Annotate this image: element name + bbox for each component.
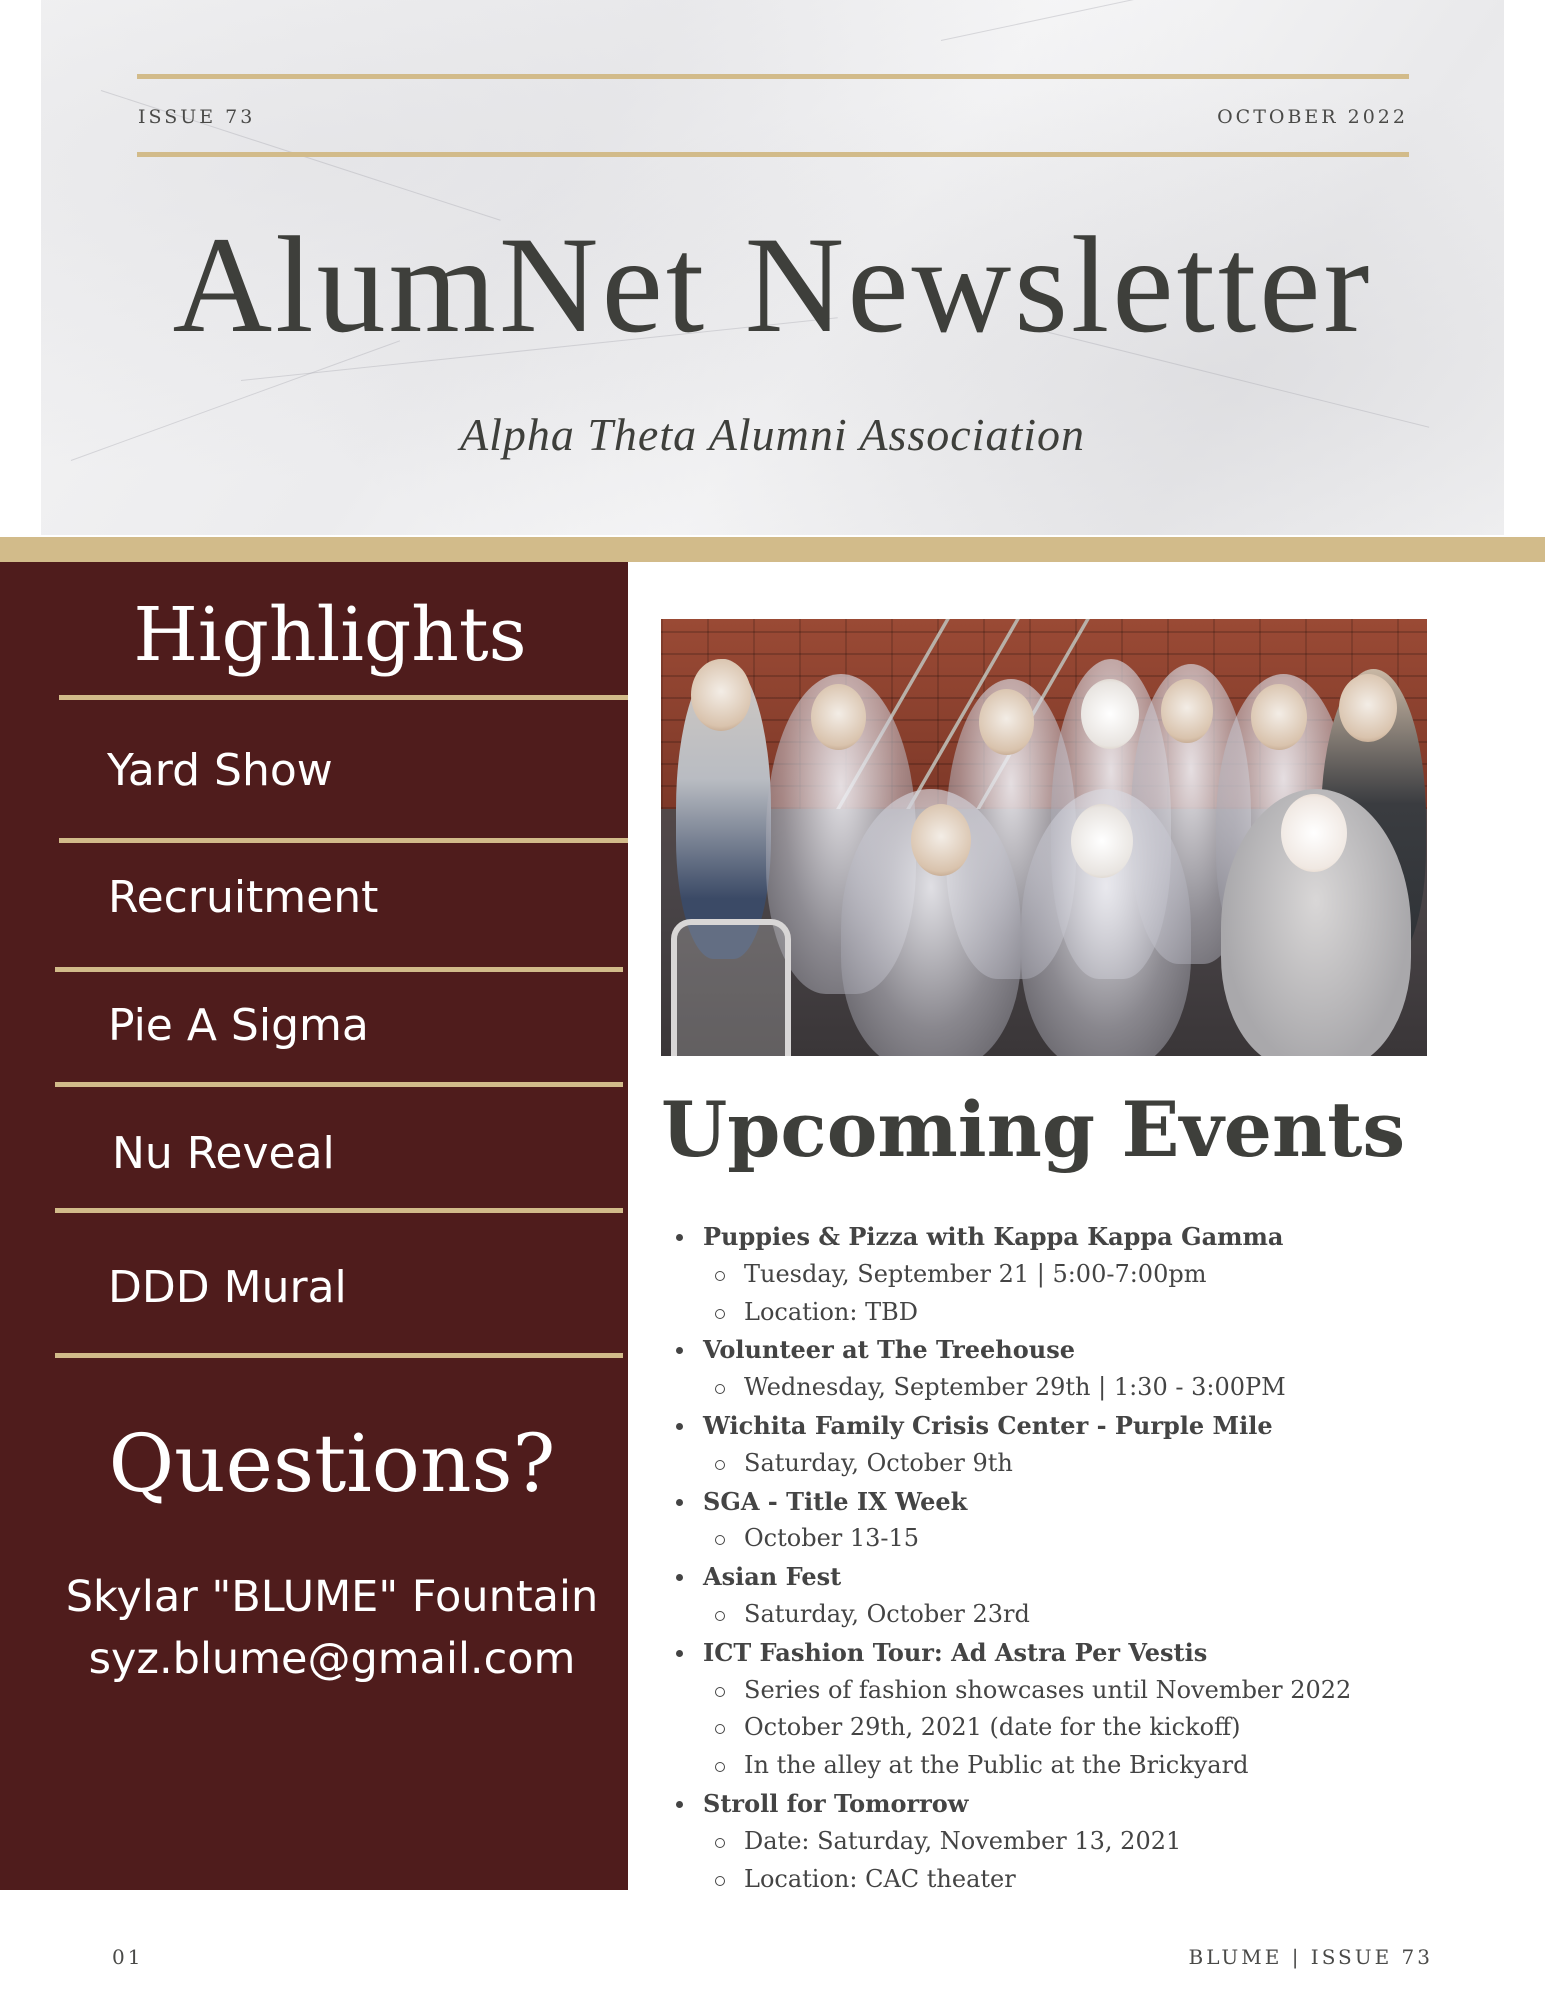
highlight-divider xyxy=(55,1082,623,1087)
face xyxy=(911,804,971,876)
highlight-item: Yard Show xyxy=(107,745,333,796)
highlights-title: Highlights xyxy=(133,592,527,678)
face xyxy=(1281,794,1347,872)
issue-label: ISSUE 73 xyxy=(138,106,256,128)
event-detail: Series of fashion showcases until Novemb… xyxy=(672,1672,1532,1710)
folding-chair xyxy=(671,919,791,1056)
contact-email[interactable]: syz.blume@gmail.com xyxy=(0,1634,664,1684)
event-detail: Location: CAC theater xyxy=(672,1861,1532,1899)
event-item: Stroll for Tomorrow xyxy=(672,1785,1532,1823)
issue-date: OCTOBER 2022 xyxy=(1217,106,1408,128)
event-item: ICT Fashion Tour: Ad Astra Per Vestis xyxy=(672,1634,1532,1672)
face xyxy=(1081,679,1139,749)
header-top-rule xyxy=(137,74,1409,79)
face xyxy=(811,684,866,750)
highlight-item: DDD Mural xyxy=(108,1262,347,1313)
face xyxy=(1161,679,1213,743)
event-detail: Date: Saturday, November 13, 2021 xyxy=(672,1823,1532,1861)
group-photo xyxy=(661,619,1427,1056)
event-detail: October 29th, 2021 (date for the kickoff… xyxy=(672,1709,1532,1747)
event-detail: Location: TBD xyxy=(672,1294,1532,1332)
highlight-item: Nu Reveal xyxy=(112,1128,335,1179)
marble-texture xyxy=(940,0,1431,41)
page-number: 01 xyxy=(112,1945,144,1969)
face xyxy=(1339,674,1397,742)
event-item: Volunteer at The Treehouse xyxy=(672,1331,1532,1369)
highlight-item: Recruitment xyxy=(108,872,379,923)
upcoming-events-title: Upcoming Events xyxy=(661,1085,1406,1174)
highlight-divider xyxy=(55,1208,623,1213)
highlight-divider xyxy=(55,967,623,972)
highlights-sidebar: Highlights Yard Show Recruitment Pie A S… xyxy=(0,562,628,1890)
header-bottom-rule xyxy=(137,152,1409,157)
event-detail: Saturday, October 23rd xyxy=(672,1596,1532,1634)
footer-issue-label: BLUME | ISSUE 73 xyxy=(1188,1945,1433,1969)
event-detail: October 13-15 xyxy=(672,1520,1532,1558)
event-detail: Wednesday, September 29th | 1:30 - 3:00P… xyxy=(672,1369,1532,1407)
face xyxy=(979,689,1034,755)
event-detail: Tuesday, September 21 | 5:00-7:00pm xyxy=(672,1256,1532,1294)
newsletter-header: ISSUE 73 OCTOBER 2022 AlumNet Newsletter… xyxy=(41,0,1504,535)
events-list: Puppies & Pizza with Kappa Kappa Gamma T… xyxy=(672,1218,1532,1898)
event-item: Puppies & Pizza with Kappa Kappa Gamma xyxy=(672,1218,1532,1256)
highlight-divider xyxy=(55,1353,623,1358)
face xyxy=(1251,684,1307,750)
questions-title: Questions? xyxy=(108,1417,556,1510)
newsletter-subtitle: Alpha Theta Alumni Association xyxy=(459,409,1086,460)
event-detail: Saturday, October 9th xyxy=(672,1445,1532,1483)
gold-divider-band xyxy=(0,537,1545,562)
contact-name: Skylar "BLUME" Fountain xyxy=(65,1572,599,1622)
event-detail: In the alley at the Public at the Bricky… xyxy=(672,1747,1532,1785)
newsletter-title: AlumNet Newsletter xyxy=(172,208,1373,361)
face xyxy=(691,659,751,731)
event-item: Wichita Family Crisis Center - Purple Mi… xyxy=(672,1407,1532,1445)
highlight-divider xyxy=(59,838,628,843)
highlight-item: Pie A Sigma xyxy=(108,1000,369,1051)
event-item: Asian Fest xyxy=(672,1558,1532,1596)
event-item: SGA - Title IX Week xyxy=(672,1483,1532,1521)
highlight-divider xyxy=(59,695,628,700)
face xyxy=(1071,804,1133,878)
